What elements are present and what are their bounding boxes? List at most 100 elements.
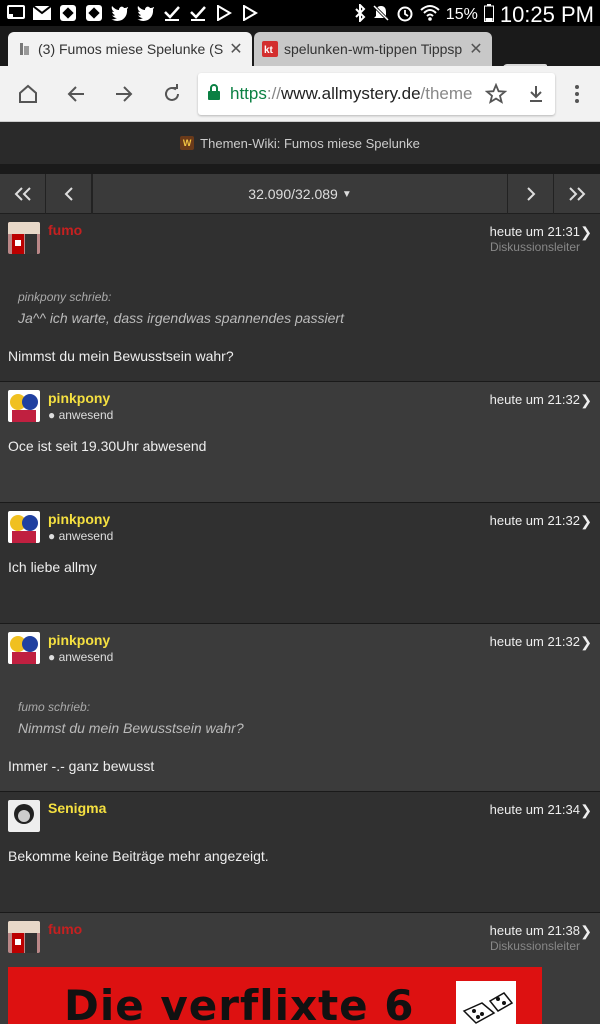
tab-title: spelunken-wm-tippen Tippsp [284, 41, 463, 57]
post: pinkpony ● anwesend heute um 21:32 ❯ fum… [0, 624, 600, 792]
url-separator: :// [266, 84, 282, 103]
kicktipp-favicon-icon: kt [262, 41, 278, 57]
pagination-bar: 32.090/32.089 ▼ [0, 174, 600, 214]
user-role: Diskussionsleiter [489, 240, 580, 254]
home-button[interactable] [14, 80, 42, 108]
avatar[interactable] [8, 390, 40, 422]
post: Senigma heute um 21:34 ❯ Bekomme keine B… [0, 792, 600, 913]
post-text: Ich liebe allmy [8, 559, 97, 575]
user-status: ● anwesend [48, 529, 114, 543]
app-icon [58, 4, 78, 22]
reload-button[interactable] [158, 80, 186, 108]
username[interactable]: fumo [48, 222, 82, 238]
bluetooth-icon [354, 2, 366, 27]
url-host: www.allmystery.de [281, 84, 421, 103]
svg-text:kt: kt [264, 45, 274, 56]
chevron-right-icon[interactable]: ❯ [580, 392, 592, 409]
chevron-left-icon [64, 187, 73, 201]
chevron-right-icon[interactable]: ❯ [580, 513, 592, 530]
user-status: ● anwesend [48, 650, 114, 664]
avatar[interactable] [8, 632, 40, 664]
chevron-right-icon[interactable]: ❯ [580, 802, 592, 819]
arrow-right-icon [116, 86, 133, 102]
username[interactable]: pinkpony [48, 511, 110, 527]
star-icon [485, 83, 507, 104]
avatar[interactable] [8, 921, 40, 953]
prev-page-button[interactable] [46, 174, 92, 214]
username[interactable]: fumo [48, 921, 82, 937]
menu-button[interactable] [563, 80, 591, 108]
user-status: ● anwesend [48, 408, 114, 422]
cast-icon [6, 4, 26, 22]
app-icon-2 [84, 4, 104, 22]
thread-title[interactable]: Themen-Wiki: Fumos miese Spelunke [200, 136, 420, 151]
first-page-button[interactable] [0, 174, 46, 214]
browser-toolbar: https://www.allmystery.de/theme [0, 66, 600, 122]
wifi-icon [420, 4, 440, 27]
banner-text: Die verflixte 6 [64, 981, 415, 1024]
back-button[interactable] [62, 80, 90, 108]
post-time[interactable]: heute um 21:31 [490, 224, 580, 239]
user-role: Diskussionsleiter [489, 939, 580, 953]
tab-kicktipp[interactable]: kt spelunken-wm-tippen Tippsp ✕ [254, 32, 492, 66]
allmystery-favicon-icon [16, 41, 32, 57]
play-store-icon-2 [240, 4, 260, 22]
battery-icon [483, 3, 494, 27]
chevron-right-icon[interactable]: ❯ [580, 923, 592, 940]
username[interactable]: pinkpony [48, 632, 110, 648]
post: pinkpony ● anwesend heute um 21:32 ❯ Oce… [0, 382, 600, 503]
mute-icon [372, 4, 390, 27]
avatar[interactable] [8, 222, 40, 254]
tab-strip: (3) Fumos miese Spelunke (S ✕ kt spelunk… [0, 26, 600, 86]
chevron-right-icon[interactable]: ❯ [580, 634, 592, 651]
close-tab-icon[interactable]: ✕ [226, 39, 246, 59]
download-button[interactable] [522, 80, 550, 108]
post-image[interactable]: Die verflixte 6 [8, 967, 542, 1024]
more-vert-icon [575, 85, 579, 103]
bookmark-button[interactable] [482, 80, 510, 108]
tab-title: (3) Fumos miese Spelunke (S [38, 41, 224, 57]
notification-icons [6, 4, 260, 22]
post-time[interactable]: heute um 21:32 [490, 392, 580, 407]
status-bar: 15% 10:25 PM [0, 0, 600, 27]
url-scheme: https [230, 84, 267, 103]
forward-button[interactable] [110, 80, 138, 108]
thread-header[interactable]: W Themen-Wiki: Fumos miese Spelunke [0, 122, 600, 164]
post-time[interactable]: heute um 21:34 [490, 802, 580, 817]
post: fumo heute um 21:38 ❯ Diskussionsleiter … [0, 913, 600, 1024]
username[interactable]: pinkpony [48, 390, 110, 406]
close-tab-icon[interactable]: ✕ [466, 39, 486, 59]
avatar[interactable] [8, 511, 40, 543]
quote-text: Nimmst du mein Bewusstsein wahr? [18, 720, 244, 736]
quote-author: fumo schrieb: [18, 700, 91, 714]
post: pinkpony ● anwesend heute um 21:32 ❯ Ich… [0, 503, 600, 624]
double-chevron-right-icon [569, 187, 586, 201]
clock: 10:25 PM [499, 2, 594, 27]
caret-down-icon: ▼ [341, 188, 352, 200]
divider [0, 164, 600, 174]
next-page-button[interactable] [508, 174, 554, 214]
username[interactable]: Senigma [48, 800, 106, 816]
post-time[interactable]: heute um 21:38 [490, 923, 580, 938]
quote-author: pinkpony schrieb: [18, 290, 112, 304]
tab-allmystery[interactable]: (3) Fumos miese Spelunke (S ✕ [8, 32, 252, 66]
url-path: /theme [420, 84, 473, 103]
alarm-icon [396, 4, 414, 27]
quote-text: Ja^^ ich warte, dass irgendwas spannende… [18, 310, 344, 326]
twitter-icon [110, 4, 130, 22]
post-text: Nimmst du mein Bewusstsein wahr? [8, 348, 234, 364]
chevron-right-icon[interactable]: ❯ [580, 224, 592, 241]
last-page-button[interactable] [554, 174, 600, 214]
mail-icon [32, 4, 52, 22]
double-chevron-left-icon [14, 187, 31, 201]
post-text: Oce ist seit 19.30Uhr abwesend [8, 438, 207, 454]
post-time[interactable]: heute um 21:32 [490, 634, 580, 649]
page-selector[interactable]: 32.090/32.089 ▼ [92, 174, 508, 214]
post-time[interactable]: heute um 21:32 [490, 513, 580, 528]
download-icon [530, 86, 542, 102]
post-text: Immer -.- ganz bewusst [8, 758, 155, 774]
reload-icon [165, 84, 179, 101]
download-done-icon [162, 4, 182, 22]
avatar[interactable] [8, 800, 40, 832]
battery-percent: 15% [445, 6, 478, 23]
